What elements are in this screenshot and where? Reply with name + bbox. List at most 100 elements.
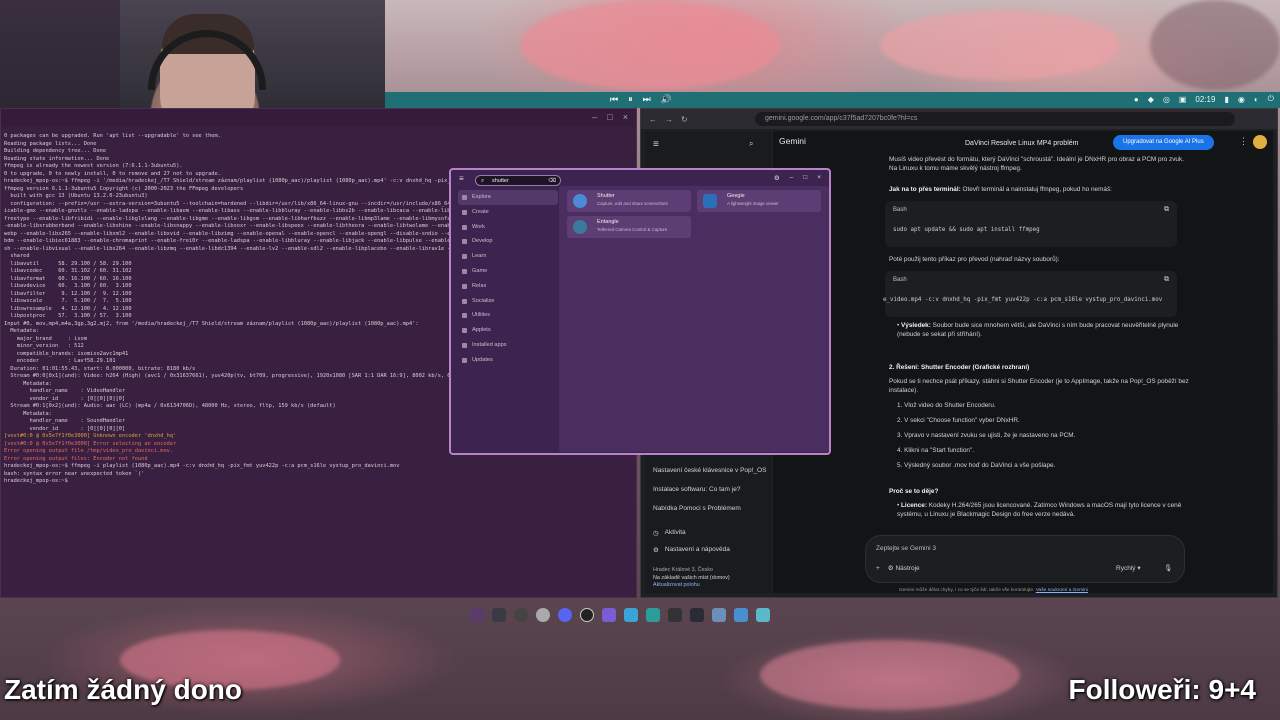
- next-track-icon[interactable]: ⏭: [643, 94, 651, 105]
- chat-history-item[interactable]: Nastavení české klávesnice v Pop!_OS: [653, 461, 769, 480]
- terminal-dock-icon[interactable]: [470, 608, 484, 622]
- minimize-icon[interactable]: –: [592, 112, 597, 122]
- system-tray: ● ◆ ◎ ▣ 02:19 ▮ ◉ ◐ ⏻: [1134, 94, 1274, 104]
- terminal-line: built with gcc 13 (Ubuntu 13.2.0-23ubunt…: [4, 193, 148, 199]
- clear-search-icon[interactable]: ⌫: [548, 176, 556, 186]
- apps-grid-dock-icon[interactable]: [756, 608, 770, 622]
- menu-icon[interactable]: ≡: [459, 174, 464, 183]
- settings-dock-icon[interactable]: [712, 608, 726, 622]
- app-result-geegie[interactable]: Geegie A lightweight image viewer: [697, 190, 821, 212]
- category-create[interactable]: Create: [458, 205, 558, 220]
- activity-link[interactable]: ◷ Aktivita: [653, 529, 686, 537]
- more-options-icon[interactable]: ⋮: [1239, 136, 1248, 147]
- app-name: Entangle: [597, 219, 619, 225]
- tray-display-icon[interactable]: ▣: [1179, 95, 1187, 104]
- app-result-entangle[interactable]: Entangle Tethered Camera Control & Captu…: [567, 216, 691, 238]
- top-panel: ⏮ ⏸ ⏭ 🔊 ● ◆ ◎ ▣ 02:19 ▮ ◉ ◐ ⏻: [385, 92, 1280, 108]
- obs-dock-icon[interactable]: [514, 608, 528, 622]
- copy-icon[interactable]: ⧉: [1164, 205, 1169, 215]
- terminal-line: bdm --enable-libiec61883 --enable-chroma…: [4, 238, 454, 244]
- app-result-shutter[interactable]: Shutter Capture, edit and share screensh…: [567, 190, 691, 212]
- category-utilities[interactable]: Utilities: [458, 308, 558, 323]
- model-selector[interactable]: Rychlý ▾: [1116, 564, 1141, 574]
- microphone-icon[interactable]: 🎙: [1164, 564, 1172, 574]
- close-icon[interactable]: ×: [623, 112, 628, 122]
- tools-button[interactable]: ⚙ Nástroje: [888, 564, 920, 574]
- tray-app-icon[interactable]: ●: [1134, 95, 1139, 104]
- maximize-icon[interactable]: □: [607, 112, 612, 122]
- category-work[interactable]: Work: [458, 220, 558, 235]
- add-icon[interactable]: +: [876, 564, 880, 574]
- category-socialize[interactable]: Socialize: [458, 294, 558, 309]
- discord-dock-icon[interactable]: [558, 608, 572, 622]
- store-dock-icon[interactable]: [646, 608, 660, 622]
- category-game[interactable]: Game: [458, 264, 558, 279]
- chat-title[interactable]: DaVinci Resolve Linux MP4 problém: [965, 139, 1078, 149]
- steam-dock-icon[interactable]: [536, 608, 550, 622]
- tray-network-icon[interactable]: ◆: [1148, 95, 1154, 104]
- terminal-line: libavutil 58. 29.100 / 58. 29.100: [4, 260, 132, 267]
- category-label: Utilities: [472, 312, 491, 319]
- terminal-line: Building dependency tree... Done: [4, 148, 107, 154]
- step-text: Klikni na "Start function".: [904, 447, 975, 454]
- sound-icon[interactable]: ◐: [1254, 95, 1259, 104]
- editor-dock-icon[interactable]: [668, 608, 682, 622]
- clock[interactable]: 02:19: [1195, 95, 1215, 104]
- category-applets[interactable]: Applets: [458, 323, 558, 338]
- terminal-line: ffmpeg version 6.1.1-3ubuntu5 Copyright …: [4, 185, 244, 192]
- close-icon[interactable]: ×: [817, 174, 821, 182]
- category-relax[interactable]: Relax: [458, 279, 558, 294]
- terminal-output[interactable]: 0 packages can be upgraded. Run 'apt lis…: [4, 133, 454, 593]
- terminal-line: [vost#0:0 @ 0x5e7f1f0e3000] Error select…: [4, 440, 177, 447]
- wifi-icon[interactable]: ◉: [1238, 95, 1245, 104]
- settings-icon[interactable]: ⚙: [774, 174, 780, 182]
- upgrade-button[interactable]: Upgradovat na Google AI Plus: [1113, 135, 1214, 150]
- terminal-line: configuration: --prefix=/usr --extra-ver…: [4, 200, 454, 207]
- console-dock-icon[interactable]: [690, 608, 704, 622]
- response-heading: 2. Řešení: Shutter Encoder (Grafické roz…: [889, 363, 1189, 372]
- terminal-titlebar[interactable]: – □ ×: [1, 109, 636, 127]
- category-icon: [462, 342, 467, 348]
- launcher-dock-icon[interactable]: [734, 608, 748, 622]
- prompt-input[interactable]: Zeptejte se Gemini 3 + ⚙ Nástroje Rychlý…: [865, 535, 1185, 583]
- minimize-icon[interactable]: –: [790, 174, 794, 182]
- previous-track-icon[interactable]: ⏮: [610, 94, 618, 105]
- avatar[interactable]: [1253, 135, 1267, 149]
- power-icon[interactable]: ⏻: [1268, 94, 1274, 104]
- terminal-line: libavformat 60. 16.100 / 60. 16.100: [4, 275, 132, 282]
- volume-icon[interactable]: 🔊: [661, 94, 672, 105]
- chat-history-item[interactable]: Instalace softwaru: Co tam je?: [653, 480, 769, 499]
- heading-rest: Otevři terminál a nainstaluj ffmpeg, pok…: [960, 186, 1112, 193]
- pause-icon[interactable]: ⏸: [628, 94, 633, 105]
- forward-icon[interactable]: →: [665, 115, 673, 124]
- privacy-link[interactable]: Vaše soukromí a Gemini: [1036, 588, 1088, 593]
- files-dock-icon[interactable]: [492, 608, 506, 622]
- category-label: Learn: [472, 253, 487, 260]
- category-icon: [462, 328, 467, 334]
- maximize-icon[interactable]: □: [803, 174, 807, 182]
- shield-dock-icon[interactable]: [602, 608, 616, 622]
- category-installed-apps[interactable]: Installed apps: [458, 338, 558, 353]
- settings-link[interactable]: ⚙ Nastavení a nápověda: [653, 546, 730, 554]
- category-updates[interactable]: Updates: [458, 353, 558, 368]
- folder-dock-icon[interactable]: [624, 608, 638, 622]
- search-icon[interactable]: ⌕: [749, 139, 753, 149]
- category-explore[interactable]: Explore: [458, 190, 558, 205]
- terminal-line: Input #0, mov,mp4,m4a,3gp,3g2,mj2, from …: [4, 320, 419, 327]
- chat-history-item[interactable]: Nabídka Pomoci s Problémem: [653, 499, 769, 518]
- step-item: 5. Výsledný soubor .mov hoď do DaVinci a…: [897, 462, 1056, 469]
- category-develop[interactable]: Develop: [458, 234, 558, 249]
- launcher-search-input[interactable]: ⌕ shutter ⌫: [475, 175, 561, 186]
- terminal-line: Stream #0:0[0x1](und): Video: h264 (High…: [10, 373, 453, 379]
- update-location-link[interactable]: Aktualizovat polohu: [653, 582, 730, 590]
- address-bar[interactable]: gemini.google.com/app/c37f5ad7207bc0fe?h…: [755, 112, 1235, 126]
- github-dock-icon[interactable]: [580, 608, 594, 622]
- prompt-placeholder[interactable]: Zeptejte se Gemini 3: [876, 544, 936, 554]
- menu-icon[interactable]: ≡: [653, 139, 659, 150]
- copy-icon[interactable]: ⧉: [1164, 275, 1169, 285]
- tray-update-icon[interactable]: ◎: [1163, 95, 1170, 104]
- back-icon[interactable]: ←: [649, 115, 657, 124]
- reload-icon[interactable]: ↻: [681, 115, 688, 124]
- battery-icon[interactable]: ▮: [1224, 95, 1228, 104]
- category-learn[interactable]: Learn: [458, 249, 558, 264]
